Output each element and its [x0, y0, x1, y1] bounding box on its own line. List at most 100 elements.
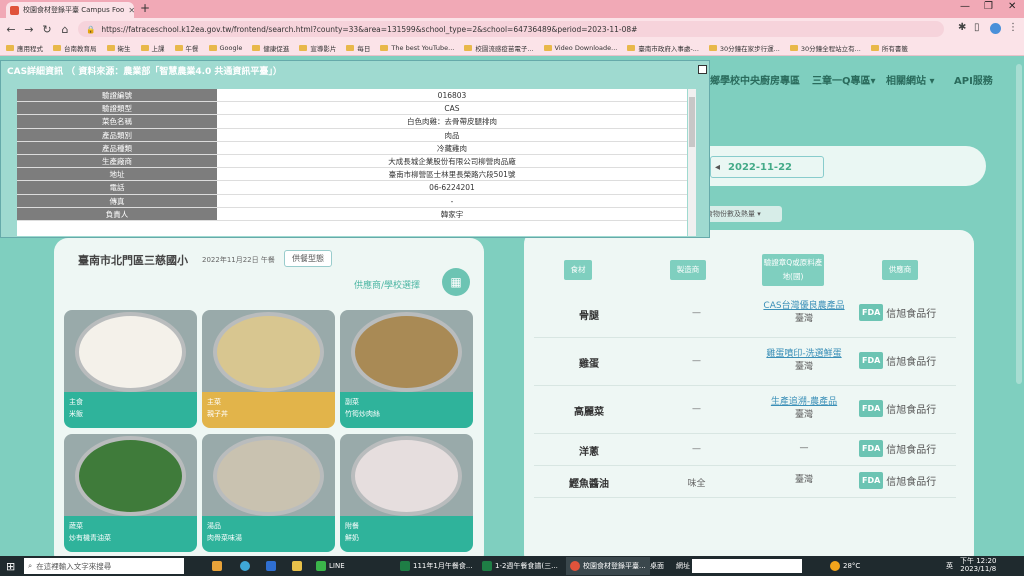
start-icon[interactable]: ⊞: [6, 557, 15, 575]
cas-row: 產品類別 肉品: [17, 128, 687, 142]
folder-icon: [106, 44, 115, 51]
bookmark-item[interactable]: 應用程式: [6, 43, 43, 53]
folder-icon: [252, 44, 261, 51]
cert-link[interactable]: CAS台灣優良農產品: [749, 300, 859, 313]
ingredient-cert: CAS台灣優良農產品 臺灣: [749, 300, 859, 326]
cert-link[interactable]: 雞蛋噴印-洗選鮮蛋: [749, 348, 859, 361]
bookmark-item[interactable]: 午餐: [174, 43, 199, 53]
fda-badge[interactable]: FDA: [859, 352, 884, 369]
modal-close-button[interactable]: [698, 65, 707, 74]
fda-badge[interactable]: FDA: [859, 304, 884, 321]
cas-row: 菜色名稱 白色肉雞：去骨帶皮腿排肉: [17, 115, 687, 129]
extensions-icon[interactable]: ✱: [958, 22, 966, 33]
header-maker: 製造商: [670, 260, 706, 280]
back-icon[interactable]: ←: [4, 23, 18, 36]
taskbar-address-input[interactable]: [692, 559, 802, 573]
scroll-thumb[interactable]: [1016, 64, 1022, 384]
profile-avatar[interactable]: [990, 23, 1001, 34]
new-tab-button[interactable]: +: [140, 1, 150, 15]
taskbar-app-line[interactable]: LINE: [316, 557, 345, 575]
taskbar-app-excel1[interactable]: 111年1月午餐食...: [400, 557, 473, 575]
bookmark-item[interactable]: 每日: [346, 43, 370, 53]
bookmark-item[interactable]: 健康促進: [252, 43, 289, 53]
dish-card[interactable]: 主食 米飯: [64, 310, 197, 428]
ingredient-name: 高麗菜: [574, 407, 604, 418]
clock-time: 下午 12:20: [960, 557, 997, 565]
clock[interactable]: 下午 12:20 2023/11/8: [960, 557, 996, 575]
dish-type: 副菜: [345, 398, 359, 406]
folder-icon: [6, 44, 14, 51]
bookmark-item[interactable]: 宣導影片: [299, 43, 336, 53]
bookmark-item[interactable]: Video Downloade...: [543, 44, 617, 52]
dish-card[interactable]: 蔬菜 炒有機青油菜: [64, 434, 197, 552]
address-toolbar: ← → ↻ ⌂ 🔒 https://fatraceschool.k12ea.go…: [0, 18, 1024, 40]
bookmark-item[interactable]: 30分鐘在家步行運...: [708, 43, 780, 53]
ie-icon[interactable]: [266, 557, 276, 575]
task-view-icon[interactable]: [212, 557, 222, 575]
taskbar-app-excel2[interactable]: 1-2週午餐食譜(三...: [482, 557, 558, 575]
nav-central-kitchen[interactable]: 偏鄉學校中央廚房專區: [700, 72, 800, 87]
maximize-icon[interactable]: ❐: [984, 1, 993, 12]
nav-three-chapters[interactable]: 三章一Q專區▾: [812, 72, 876, 87]
modal-scroll-thumb[interactable]: [689, 97, 695, 147]
cert-link[interactable]: 生產追溯-農產品: [749, 396, 859, 409]
minimize-icon[interactable]: —: [960, 1, 970, 12]
nav-api[interactable]: API服務: [954, 72, 993, 87]
browser-tab[interactable]: 校園食材登錄平臺 Campus Foo ✕: [6, 2, 134, 18]
fda-badge[interactable]: FDA: [859, 440, 884, 457]
cas-row: 負責人 韓家宇: [17, 207, 687, 221]
browser-tab-bar: 校園食材登錄平臺 Campus Foo ✕ + — ❐ ✕: [0, 0, 1024, 18]
cas-value: 冷藏雞肉: [437, 143, 467, 153]
bookmark-item[interactable]: 所有書籤: [870, 43, 908, 53]
supplier-icon[interactable]: ▦: [442, 268, 470, 296]
bookmark-item[interactable]: 30分鐘全程站立有...: [789, 43, 861, 53]
bookmark-item[interactable]: 台南教育局: [53, 43, 97, 53]
fda-badge[interactable]: FDA: [859, 472, 884, 489]
weather-widget[interactable]: 28°C: [830, 557, 860, 575]
close-tab-icon[interactable]: ✕: [128, 6, 134, 15]
desktop-toolbar[interactable]: 桌面: [650, 557, 664, 575]
ingredient-maker: —: [692, 444, 701, 454]
explorer-icon[interactable]: [292, 557, 302, 575]
dish-card[interactable]: 副菜 竹筍炒肉絲: [340, 310, 473, 428]
dish-caption: 副菜 竹筍炒肉絲: [340, 392, 473, 428]
dish-type: 湯品: [207, 522, 221, 530]
meal-type-button[interactable]: 供餐型態: [284, 250, 332, 267]
bookmark-item[interactable]: 臺南市政府入事處-...: [627, 43, 699, 53]
cas-detail-table: 驗證編號 016803 驗證類型 CAS 菜色名稱 白色肉雞：去骨帶皮腿排肉 產品類別 肉品產…: [17, 89, 687, 236]
edge-icon[interactable]: [240, 557, 250, 575]
bookmark-item[interactable]: 衛生: [106, 43, 131, 53]
supplier-select-label[interactable]: 供應商/學校選擇: [354, 278, 420, 291]
dish-card[interactable]: 主菜 親子丼: [202, 310, 335, 428]
ingredient-row: 雞蛋 — 雞蛋噴印-洗選鮮蛋 臺灣 FDA 信旭食品行: [534, 338, 956, 386]
page-scrollbar[interactable]: [1014, 56, 1024, 554]
nutrition-filter[interactable]: 食物份數及熱量 ▾: [700, 206, 782, 222]
forward-icon[interactable]: →: [22, 23, 36, 36]
cas-value: 韓家宇: [440, 209, 464, 219]
bookmark-item[interactable]: 校園流感疫苗電子...: [464, 43, 534, 53]
origin-text: 臺灣: [794, 362, 813, 372]
bookmark-item[interactable]: The best YouTube...: [380, 44, 454, 52]
ingredient-supplier: FDA 信旭食品行: [859, 352, 969, 369]
prev-date-icon[interactable]: ◂: [715, 162, 720, 173]
taskbar-app-chrome[interactable]: 校園食材登錄平臺...: [566, 557, 650, 575]
modal-scrollbar[interactable]: [688, 89, 696, 236]
cas-detail-modal: CAS詳細資訊 （ 資料來源：農業部「智慧農業4.0 共通資訊平臺」） 驗證編號…: [0, 60, 710, 238]
url-field[interactable]: 🔒 https://fatraceschool.k12ea.gov.tw/fro…: [78, 21, 944, 37]
nav-related-sites[interactable]: 相關網站 ▾: [886, 72, 935, 87]
ime-indicator[interactable]: 英: [946, 557, 953, 575]
home-icon[interactable]: ⌂: [58, 23, 72, 36]
reload-icon[interactable]: ↻: [40, 23, 54, 36]
close-window-icon[interactable]: ✕: [1008, 1, 1016, 12]
taskbar-search[interactable]: ⌕ 在這裡輸入文字來搜尋: [24, 558, 184, 574]
ingredient-name: 洋蔥: [579, 447, 599, 458]
menu-icon[interactable]: ⋮: [1008, 22, 1018, 33]
bookmark-item[interactable]: 上課: [140, 43, 165, 53]
folder-icon: [870, 44, 879, 51]
date-picker[interactable]: ◂ 2022-11-22: [710, 156, 824, 178]
sidepanel-icon[interactable]: ▯: [974, 22, 980, 33]
fda-badge[interactable]: FDA: [859, 400, 884, 417]
dish-card[interactable]: 附餐 鮮奶: [340, 434, 473, 552]
dish-card[interactable]: 湯品 肉骨菜味湯: [202, 434, 335, 552]
bookmark-item[interactable]: Google: [208, 44, 242, 52]
